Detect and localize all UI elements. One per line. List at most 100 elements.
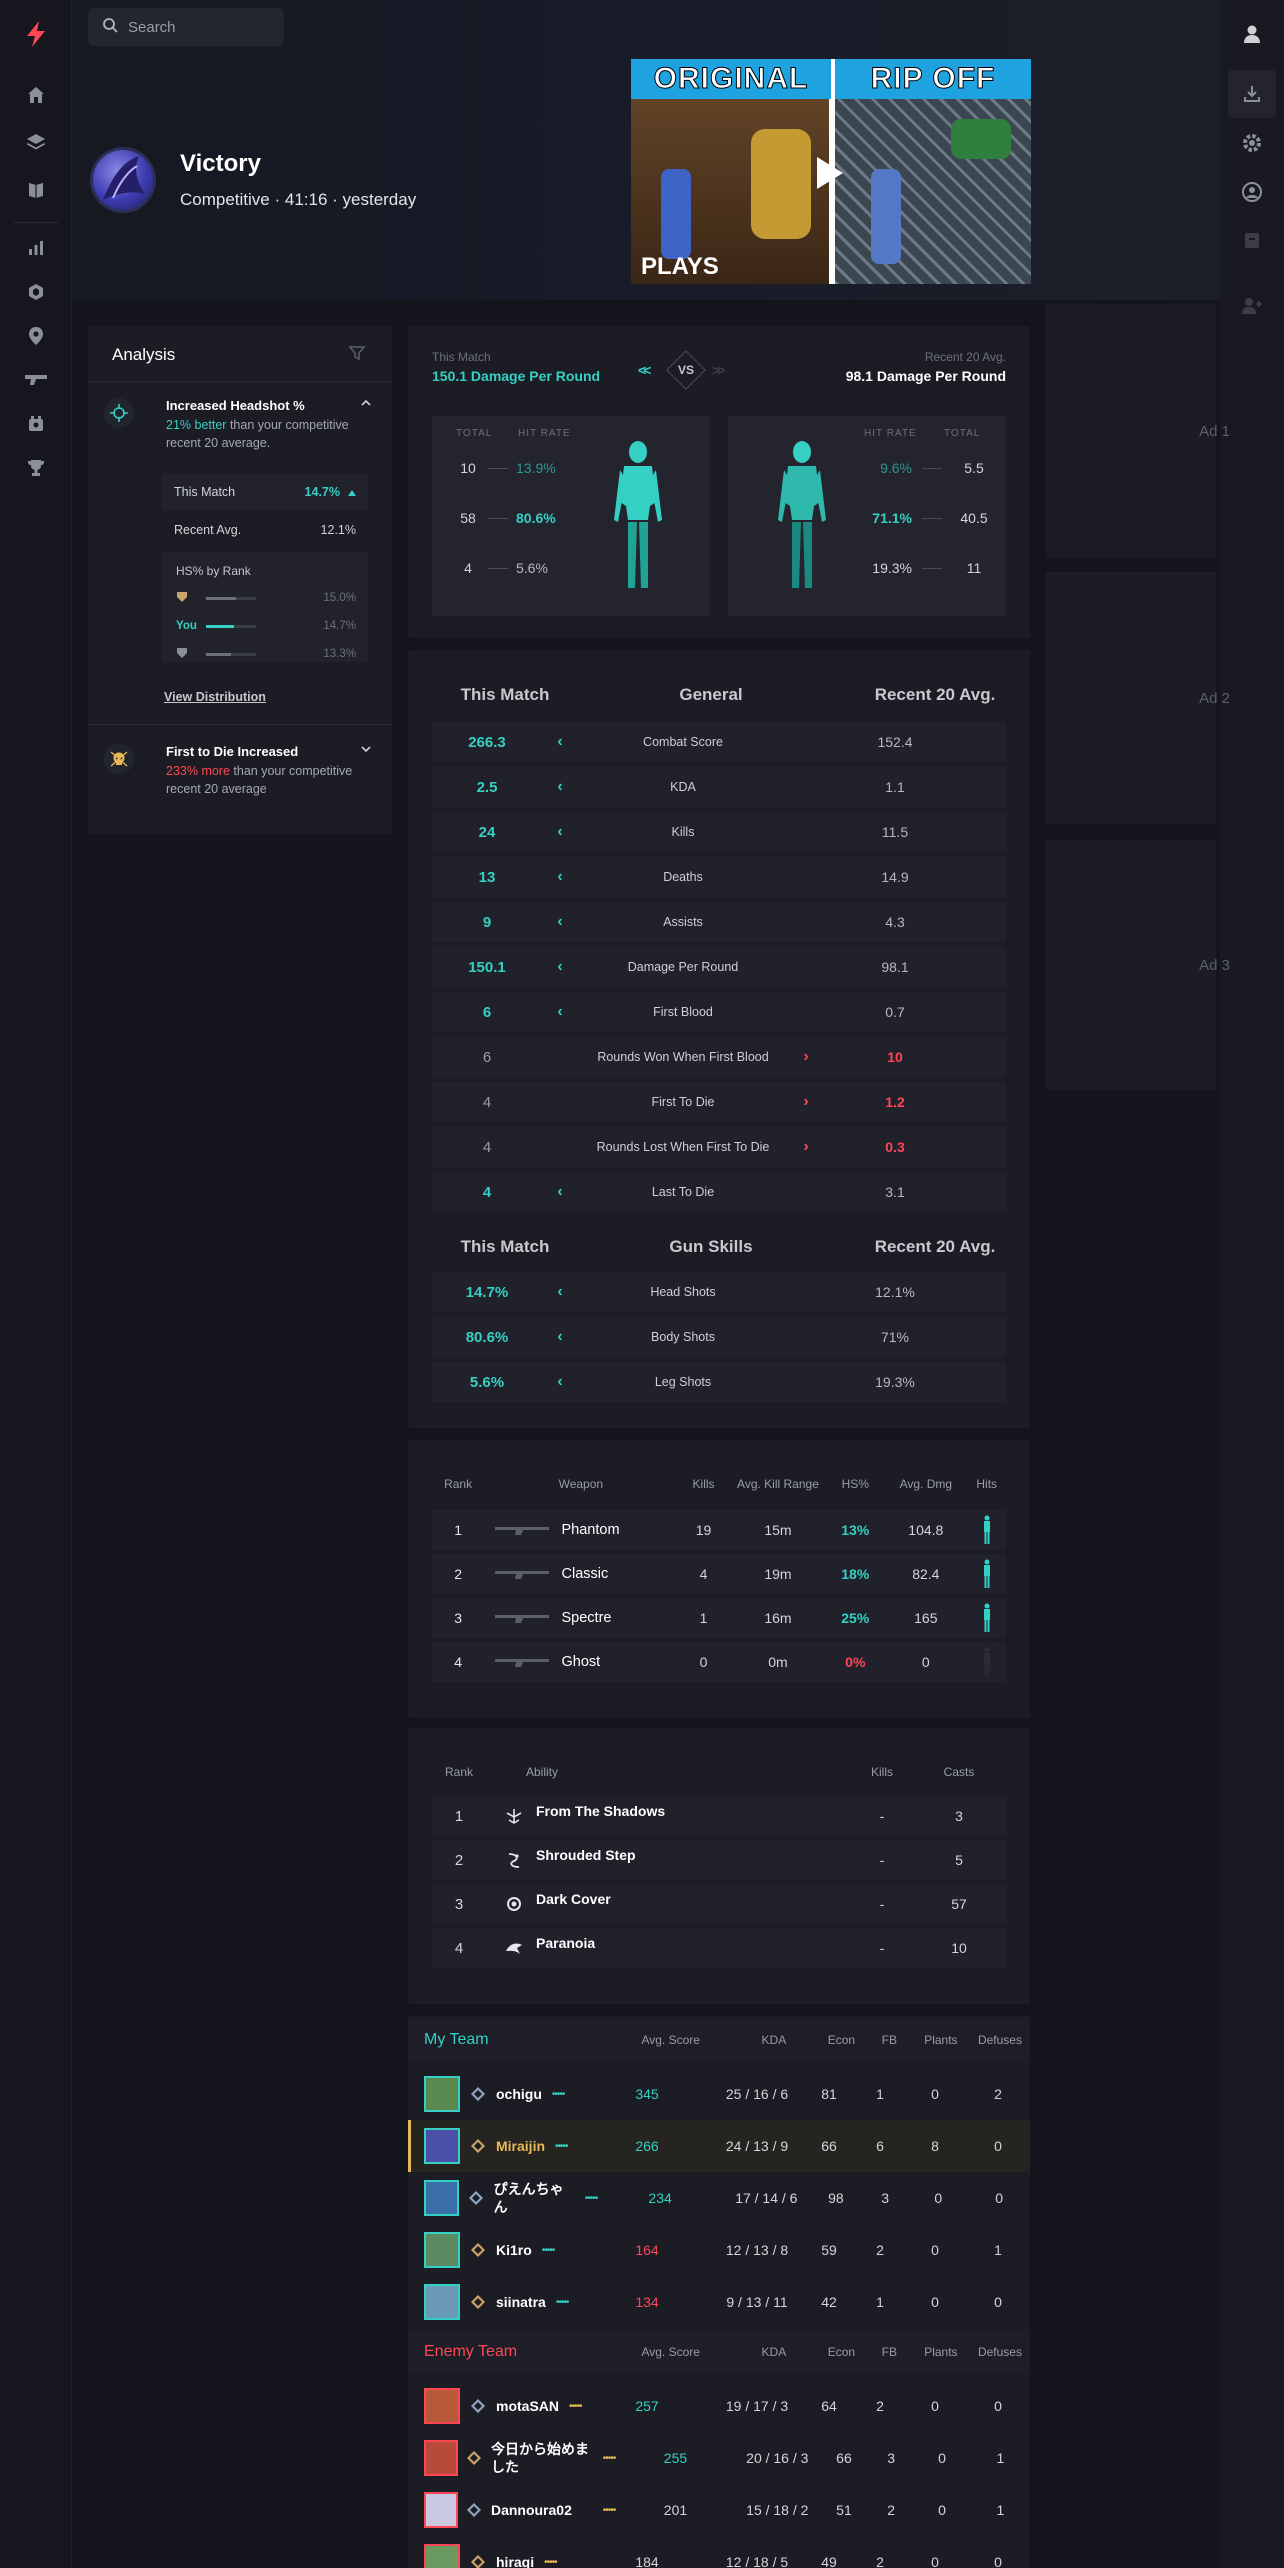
ability-rank: 3 bbox=[454, 1895, 464, 1913]
weapon-row[interactable]: 3 Spectre 1 16m 25% 165 bbox=[432, 1598, 1006, 1638]
profile-icon[interactable] bbox=[1238, 178, 1266, 206]
ad-slot-2[interactable]: Ad 2 bbox=[1046, 572, 1230, 824]
weapon-row[interactable]: 1 Phantom 19 15m 13% 104.8 bbox=[432, 1510, 1006, 1550]
player-row[interactable]: Ki1ro ••••• 164 12 / 13 / 8 59 2 0 1 bbox=[408, 2224, 1030, 2276]
recent-body-card: HIT RATE TOTAL 9.6% 5.5 71.1% 40.5 19.3% 11 bbox=[728, 416, 1006, 616]
player-name[interactable]: motaSAN bbox=[496, 2397, 559, 2415]
settings-icon[interactable] bbox=[1238, 129, 1266, 157]
stat-this-match: 4 bbox=[482, 1138, 492, 1156]
chevrons-right-icon: >> bbox=[712, 362, 725, 378]
player-fb: 3 bbox=[881, 2190, 890, 2206]
layers-icon[interactable] bbox=[22, 128, 50, 156]
body-figure-recent bbox=[772, 440, 832, 595]
player-econ: 64 bbox=[821, 2398, 837, 2414]
filter-icon[interactable] bbox=[348, 344, 366, 367]
buddy-icon[interactable] bbox=[22, 410, 50, 438]
home-icon[interactable] bbox=[22, 81, 50, 109]
insight-ftd-highlight: 233% more bbox=[166, 764, 230, 778]
player-name[interactable]: hiragi bbox=[496, 2553, 534, 2568]
chevron-down-icon[interactable] bbox=[360, 742, 372, 760]
weapon-range: 15m bbox=[764, 1522, 792, 1538]
body-part-rate: 71.1% bbox=[872, 510, 912, 526]
weapon-image-icon bbox=[484, 1611, 561, 1625]
video-thumbnail[interactable]: ORIGINAL RIP OFF PLAYS bbox=[631, 59, 1031, 284]
trophy-icon[interactable] bbox=[22, 454, 50, 482]
player-row[interactable]: motaSAN ••••• 257 19 / 17 / 3 64 2 0 0 bbox=[408, 2380, 1030, 2432]
skull-icon bbox=[104, 744, 134, 774]
stat-label: Assists bbox=[663, 915, 703, 929]
weapon-name: Phantom bbox=[561, 1522, 620, 1538]
stat-recent-avg: 71% bbox=[880, 1329, 910, 1345]
player-kda: 15 / 18 / 2 bbox=[746, 2502, 809, 2518]
player-name[interactable]: ぴえんちゃん bbox=[494, 2180, 575, 2216]
player-name[interactable]: siinatra bbox=[496, 2293, 546, 2311]
download-icon[interactable] bbox=[1238, 80, 1266, 108]
agents-icon[interactable] bbox=[22, 278, 50, 306]
ability-rank: 4 bbox=[454, 1939, 464, 1957]
player-econ: 98 bbox=[828, 2190, 844, 2206]
add-friend-icon[interactable] bbox=[1238, 292, 1266, 320]
stat-row: 4 Rounds Lost When First To Die › 0.3 bbox=[432, 1127, 1006, 1167]
player-plants: 0 bbox=[931, 2294, 939, 2310]
my_team-header: My Team Avg. Score KDA Econ FB Plants Defuses bbox=[408, 2020, 1030, 2060]
chevron-left-icon: ‹ bbox=[557, 1373, 563, 1390]
player-name[interactable]: ochigu bbox=[496, 2085, 542, 2103]
hit-figure-icon bbox=[967, 1559, 1006, 1589]
weapon-row[interactable]: 4 Ghost 0 0m 0% 0 bbox=[432, 1642, 1006, 1682]
weapon-row[interactable]: 2 Classic 4 19m 18% 82.4 bbox=[432, 1554, 1006, 1594]
player-row[interactable]: ochigu ••••• 345 25 / 16 / 6 81 1 0 2 bbox=[408, 2068, 1030, 2120]
logo-icon[interactable] bbox=[22, 20, 50, 48]
search-bar[interactable]: Search bbox=[88, 8, 284, 46]
map-pin-icon[interactable] bbox=[22, 322, 50, 350]
player-name[interactable]: Miraijin bbox=[496, 2137, 545, 2155]
search-icon bbox=[102, 17, 118, 37]
ad-slot-3[interactable]: Ad 3 bbox=[1046, 840, 1230, 1090]
stat-row: 80.6% ‹ Body Shots 71% bbox=[432, 1317, 1006, 1357]
user-icon[interactable] bbox=[1238, 20, 1266, 48]
weapon-icon[interactable] bbox=[22, 366, 50, 394]
stat-this-match: 4 bbox=[482, 1183, 492, 1201]
weapon-col-header: Avg. Kill Range bbox=[737, 1477, 819, 1491]
player-name[interactable]: 今日から始めました bbox=[491, 2440, 593, 2476]
recent-avg-value: 12.1% bbox=[320, 523, 356, 537]
body-part-total: 4 bbox=[464, 560, 472, 576]
ability-row[interactable]: 4 Paranoia - 10 bbox=[432, 1928, 1006, 1968]
ability-row[interactable]: 2 Shrouded Step - 5 bbox=[432, 1840, 1006, 1880]
book-icon[interactable] bbox=[22, 176, 50, 204]
chevrons-left-icon: << bbox=[638, 362, 651, 378]
chevron-left-icon: ‹ bbox=[557, 823, 563, 840]
player-row[interactable]: hiragi ••••• 184 12 / 18 / 5 49 2 0 0 bbox=[408, 2536, 1030, 2568]
ability-row[interactable]: 3 Dark Cover - 57 bbox=[432, 1884, 1006, 1924]
player-defuses: 1 bbox=[994, 2242, 1002, 2258]
player-score: 345 bbox=[635, 2086, 659, 2102]
player-row[interactable]: ぴえんちゃん ••••• 234 17 / 14 / 6 98 3 0 0 bbox=[408, 2172, 1030, 2224]
gun-head-right: Recent 20 Avg. bbox=[874, 1237, 996, 1256]
view-distribution-link[interactable]: View Distribution bbox=[164, 690, 266, 704]
stats-icon[interactable] bbox=[22, 234, 50, 262]
archive-icon[interactable] bbox=[1238, 226, 1266, 254]
rank-value: 13.3% bbox=[323, 648, 356, 660]
player-name[interactable]: Dannoura02 bbox=[491, 2501, 593, 2519]
recent-avg-label: Recent Avg. bbox=[174, 523, 242, 537]
stat-label: Deaths bbox=[663, 870, 703, 884]
player-row[interactable]: siinatra ••••• 134 9 / 13 / 11 42 1 0 0 bbox=[408, 2276, 1030, 2328]
crosshair-icon bbox=[104, 398, 134, 428]
weapon-col-header: Weapon bbox=[558, 1477, 604, 1491]
rank-bar bbox=[206, 596, 256, 600]
player-row[interactable]: Miraijin ••••• 266 24 / 13 / 9 66 6 8 0 bbox=[408, 2120, 1030, 2172]
rank-icon bbox=[460, 2086, 496, 2102]
ability-name: From The Shadows bbox=[536, 1803, 666, 1819]
search-input[interactable]: Search bbox=[128, 19, 176, 36]
ability-row[interactable]: 1 From The Shadows - 3 bbox=[432, 1796, 1006, 1836]
weapon-rank: 2 bbox=[454, 1566, 462, 1582]
play-icon[interactable] bbox=[817, 157, 843, 189]
player-name[interactable]: Ki1ro bbox=[496, 2241, 532, 2259]
team-col-header: FB bbox=[881, 2345, 897, 2359]
player-defuses: 0 bbox=[994, 2398, 1002, 2414]
chevron-up-icon[interactable] bbox=[360, 396, 372, 414]
hs-by-rank-title: HS% by Rank bbox=[176, 564, 251, 578]
ad-slot-1[interactable]: Ad 1 bbox=[1046, 304, 1230, 558]
player-row[interactable]: 今日から始めました ••••• 255 20 / 16 / 3 66 3 0 1 bbox=[408, 2432, 1030, 2484]
thumbnail-corner-label: PLAYS bbox=[641, 253, 719, 280]
player-row[interactable]: Dannoura02 ••••• 201 15 / 18 / 2 51 2 0 1 bbox=[408, 2484, 1030, 2536]
